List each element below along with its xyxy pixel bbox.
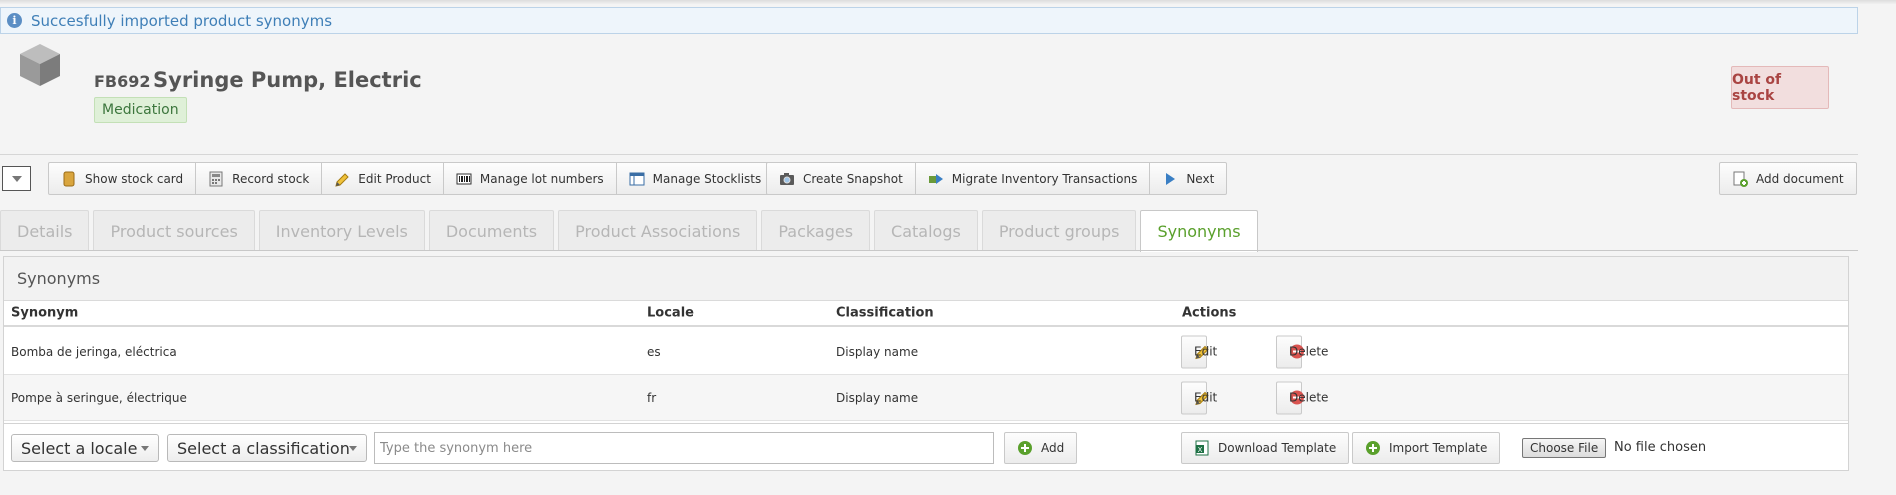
add-synonym-form: Select a locale Select a classification … (4, 423, 1848, 471)
inventory-actions-group: Create Snapshot Migrate Inventory Transa… (766, 162, 1228, 195)
tabs-divider (0, 250, 1858, 251)
pencil-icon (334, 171, 350, 187)
file-status-text: No file chosen (1614, 440, 1707, 455)
tab-catalogs[interactable]: Catalogs (874, 210, 978, 251)
download-template-label: Download Template (1218, 441, 1337, 455)
synonym-cell: Pompe à seringue, électrique (11, 390, 187, 405)
tab-product-associations[interactable]: Product Associations (558, 210, 758, 251)
synonym-cell: Bomba de jeringa, eléctrica (11, 344, 177, 359)
product-tabs: Details Product sources Inventory Levels… (0, 210, 1262, 252)
manage-lot-numbers-button[interactable]: Manage lot numbers (444, 163, 617, 194)
delete-synonym-button[interactable]: Delete (1276, 381, 1328, 414)
product-actions-group: Show stock card Record stock Edit Produc… (48, 162, 775, 195)
edit-product-label: Edit Product (358, 171, 431, 186)
edit-synonym-button[interactable]: Edit (1181, 335, 1217, 368)
locale-select[interactable]: Select a locale (11, 434, 159, 462)
edit-label: Edit (1194, 344, 1218, 359)
category-badge: Medication (94, 97, 187, 123)
add-label: Add (1041, 441, 1065, 455)
migrate-inventory-transactions-button[interactable]: Migrate Inventory Transactions (916, 163, 1151, 194)
header-divider (0, 154, 1858, 155)
column-header-actions: Actions (1182, 305, 1237, 321)
create-snapshot-label: Create Snapshot (803, 171, 903, 186)
classification-cell: Display name (836, 344, 919, 359)
locale-cell: fr (647, 390, 657, 405)
download-template-button[interactable]: X Download Template (1181, 432, 1350, 464)
top-border (0, 0, 1896, 4)
column-header-classification: Classification (836, 305, 934, 321)
tab-details[interactable]: Details (0, 210, 90, 251)
svg-text:X: X (1198, 446, 1203, 454)
next-button[interactable]: Next (1150, 163, 1226, 194)
column-header-locale: Locale (647, 305, 694, 321)
stock-status-badge: Out of stock (1731, 66, 1829, 109)
record-stock-button[interactable]: Record stock (196, 163, 323, 194)
play-icon (1162, 171, 1178, 187)
synonym-input[interactable] (374, 432, 994, 464)
record-stock-icon (208, 171, 224, 187)
synonyms-panel: Synonyms Synonym Locale Classification A… (3, 256, 1849, 471)
stock-card-icon (61, 171, 77, 187)
delete-label: Delete (1289, 344, 1329, 359)
barcode-icon (456, 171, 472, 187)
actions-dropdown-button[interactable] (2, 166, 31, 191)
product-name: Syringe Pump, Electric (153, 68, 422, 92)
add-document-button[interactable]: Add document (1719, 162, 1857, 195)
add-document-icon (1732, 171, 1748, 187)
add-document-label: Add document (1756, 171, 1844, 186)
choose-file-button[interactable]: Choose File (1522, 438, 1607, 458)
delete-label: Delete (1289, 390, 1329, 405)
locale-select-value: Select a locale (21, 438, 138, 458)
import-template-label: Import Template (1389, 441, 1488, 455)
tab-product-sources[interactable]: Product sources (93, 210, 255, 251)
next-label: Next (1186, 171, 1215, 186)
column-header-synonym: Synonym (11, 305, 79, 321)
tab-inventory-levels[interactable]: Inventory Levels (258, 210, 425, 251)
show-stock-card-label: Show stock card (85, 171, 184, 186)
record-stock-label: Record stock (232, 171, 310, 186)
add-synonym-button[interactable]: Add (1004, 432, 1078, 464)
migrate-inventory-transactions-label: Migrate Inventory Transactions (951, 171, 1138, 186)
product-header (0, 36, 1858, 154)
edit-synonym-button[interactable]: Edit (1181, 381, 1217, 414)
info-icon: i (7, 13, 22, 28)
locale-cell: es (647, 344, 661, 359)
manage-stocklists-button[interactable]: Manage Stocklists (617, 163, 774, 194)
chevron-down-icon (349, 446, 357, 451)
chevron-down-icon (141, 446, 149, 451)
tab-documents[interactable]: Documents (428, 210, 555, 251)
manage-lot-numbers-label: Manage lot numbers (479, 171, 604, 186)
flash-text: Succesfully imported product synonyms (31, 11, 333, 30)
migrate-icon (928, 171, 944, 187)
add-icon (1365, 440, 1381, 456)
manage-stocklists-label: Manage Stocklists (652, 171, 762, 186)
edit-product-button[interactable]: Edit Product (322, 163, 444, 194)
tab-synonyms[interactable]: Synonyms (1140, 210, 1258, 252)
classification-select[interactable]: Select a classification (167, 434, 367, 462)
edit-label: Edit (1194, 390, 1218, 405)
table-row: Pompe à seringue, électrique fr Display … (4, 375, 1848, 421)
table-row: Bomba de jeringa, eléctrica es Display n… (4, 329, 1848, 375)
tab-packages[interactable]: Packages (761, 210, 871, 251)
list-icon (629, 171, 645, 187)
camera-icon (779, 171, 795, 187)
classification-select-value: Select a classification (177, 438, 350, 458)
delete-synonym-button[interactable]: Delete (1276, 335, 1328, 368)
show-stock-card-button[interactable]: Show stock card (49, 163, 197, 194)
product-code: FB692 (94, 72, 151, 91)
flash-message: i Succesfully imported product synonyms (0, 7, 1858, 34)
create-snapshot-button[interactable]: Create Snapshot (767, 163, 916, 194)
table-header: Synonym Locale Classification Actions (4, 301, 1848, 327)
tab-product-groups[interactable]: Product groups (981, 210, 1137, 251)
add-icon (1017, 440, 1033, 456)
classification-cell: Display name (836, 390, 919, 405)
box-icon (16, 40, 64, 88)
chevron-down-icon (11, 175, 22, 182)
import-template-button[interactable]: Import Template (1352, 432, 1501, 464)
panel-title: Synonyms (4, 257, 1848, 301)
excel-icon: X (1194, 440, 1210, 456)
